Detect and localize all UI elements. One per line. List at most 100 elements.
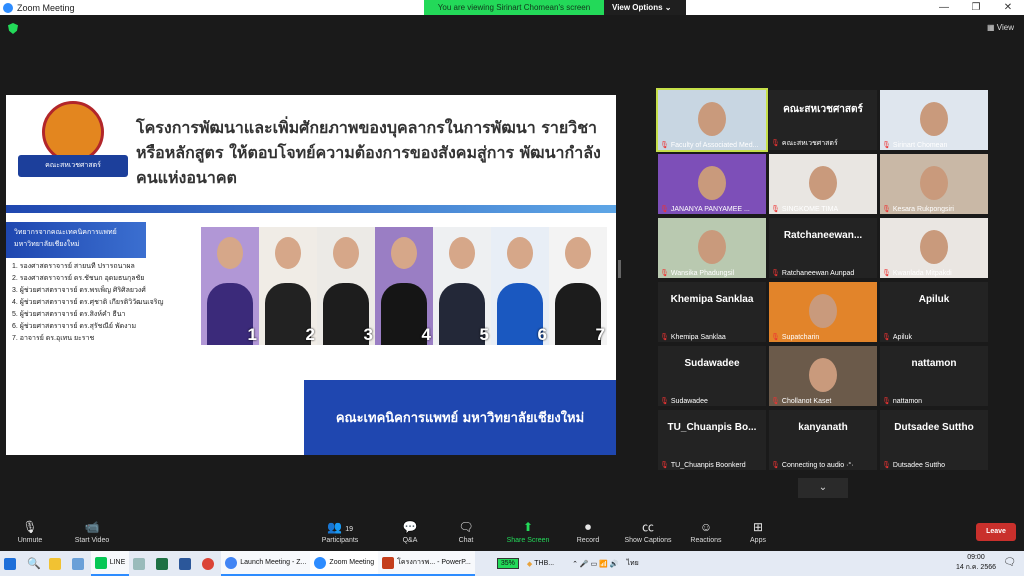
participant-name: nattamon [892, 398, 923, 405]
start-button[interactable] [0, 551, 23, 576]
view-options-button[interactable]: View Options ⌄ [604, 0, 686, 15]
participant-tile[interactable]: Sudawadee 🎙 Sudawadee [658, 346, 766, 406]
speaker-photo: 6 [491, 227, 549, 345]
participant-tile[interactable]: 🎙 Supatcharin [769, 282, 877, 342]
participant-name: Sirinart Chomean [892, 142, 948, 149]
currency-widget[interactable]: ◆ THB... [523, 551, 558, 576]
participant-tile[interactable]: 🎙 SINGKOME TIMA [769, 154, 877, 214]
participant-tile[interactable]: 🎙 Kwanlada Mitpakdi [880, 218, 988, 278]
taskbar-line[interactable]: LINE [90, 551, 130, 576]
captions-icon: ㏄ [641, 520, 654, 534]
taskbar-excel[interactable] [152, 551, 175, 576]
split-drag-handle[interactable] [618, 260, 621, 278]
record-button[interactable]: ⏺ Record [560, 517, 616, 544]
participant-display-name: Sudawadee [684, 358, 740, 369]
participant-tile[interactable]: nattamon 🎙 nattamon [880, 346, 988, 406]
apps-icon: ⊞ [752, 520, 764, 534]
windows-taskbar: 🔍 LINE Launch Meeting - Z... Zoom Meetin… [0, 551, 1024, 576]
reactions-button[interactable]: ☺ Reactions [678, 517, 734, 544]
photo-number: 5 [479, 325, 489, 344]
participant-display-name: คณะสหเวชศาสตร์ [783, 104, 863, 115]
apps-button[interactable]: ⊞ Apps [730, 517, 786, 544]
participant-name: Wansika Phadungsil [670, 270, 735, 277]
taskbar-explorer[interactable] [45, 551, 68, 576]
gallery-scroll-down-button[interactable]: ⌄ [798, 478, 848, 498]
muted-mic-icon: 🎙 [882, 398, 891, 405]
speaker-item: 5. ผู้ช่วยศาสตราจารย์ ดร.สิงห์คำ ธีนา [12, 311, 126, 318]
powerpoint-icon [382, 556, 395, 569]
taskbar-word[interactable] [175, 551, 198, 576]
participant-name: Dutsadee Suttho [892, 462, 946, 469]
participant-tile[interactable]: 🎙 Kesara Rukpongsiri [880, 154, 988, 214]
minimize-button[interactable]: — [928, 0, 960, 15]
clock[interactable]: 09:00 14 ก.ค. 2566 [956, 553, 996, 573]
taskbar-launch-meeting[interactable]: Launch Meeting - Z... [221, 551, 311, 576]
participant-label: 🎙 Chollanot Kaset [771, 397, 875, 405]
chat-button[interactable]: 🗨 Chat [438, 517, 494, 544]
participant-label: 🎙 Dutsadee Suttho [882, 461, 986, 469]
photo-number: 6 [537, 325, 547, 344]
participant-tile[interactable]: Dutsadee Suttho 🎙 Dutsadee Suttho [880, 410, 988, 470]
language-indicator[interactable]: ไทย [623, 551, 643, 576]
participant-name: Faculty of Associated Med... [670, 142, 759, 149]
view-button[interactable]: ▦ View [987, 23, 1014, 32]
participant-tile[interactable]: Ratchaneewan... 🎙 Ratchaneewan Aunpad [769, 218, 877, 278]
battery-indicator[interactable]: 35% [493, 551, 523, 576]
taskbar-files[interactable] [68, 551, 91, 576]
search-button[interactable]: 🔍 [23, 551, 45, 576]
window-controls: — ❐ ✕ [928, 0, 1024, 15]
start-video-button[interactable]: 📹 Start Video [64, 517, 120, 544]
participant-tile[interactable]: Apiluk 🎙 Apiluk [880, 282, 988, 342]
participant-name: TU_Chuanpis Boonkerd [670, 462, 746, 469]
show-captions-button[interactable]: ㏄ Show Captions [620, 517, 676, 544]
speaker-item: 3. ผู้ช่วยศาสตราจารย์ ดร.พรเพ็ญ ศิริศิลย… [12, 287, 146, 294]
participant-name: Connecting to audio ·°· [781, 462, 854, 469]
speaker-item: 1. รองศาสตราจารย์ สายนที ปรารถนาผล [12, 263, 135, 270]
slide-footer: คณะเทคนิคการแพทย์ มหาวิทยาลัยเชียงใหม่ [304, 380, 616, 455]
share-screen-button[interactable]: ⬆ Share Screen [500, 517, 556, 544]
participant-tile[interactable]: 🎙 JANANYA PANYAMEE ... [658, 154, 766, 214]
participants-button[interactable]: 👥 19 Participants [312, 517, 368, 544]
unmute-button[interactable]: 🎙 Unmute [2, 517, 58, 544]
taskbar-zoom-meeting[interactable]: Zoom Meeting [310, 551, 379, 576]
participant-label: 🎙 Wansika Phadungsil [660, 269, 764, 277]
taskbar-powerpoint[interactable]: โครงการพ... - PowerP... [378, 551, 475, 576]
participant-tile[interactable]: 🎙 Chollanot Kaset [769, 346, 877, 406]
participant-label: 🎙 Apiluk [882, 333, 986, 341]
participant-name: Sudawadee [670, 398, 708, 405]
participant-display-name: Dutsadee Suttho [894, 422, 974, 433]
participant-display-name: Khemipa Sanklaa [670, 294, 754, 305]
participant-name: Kesara Rukpongsiri [892, 206, 954, 213]
notification-icon[interactable]: 🗨 [1003, 557, 1016, 568]
participant-tile[interactable]: คณะสหเวชศาสตร์ 🎙 คณะสหเวชศาสตร์ [769, 90, 877, 150]
participant-tile[interactable]: 🎙 Wansika Phadungsil [658, 218, 766, 278]
window-title: Zoom Meeting [17, 2, 75, 13]
participant-label: 🎙 nattamon [882, 397, 986, 405]
maximize-button[interactable]: ❐ [960, 0, 992, 15]
qa-button[interactable]: 💬 Q&A [382, 517, 438, 544]
participant-face [809, 166, 837, 200]
close-button[interactable]: ✕ [992, 0, 1024, 15]
participant-display-name: Apiluk [918, 294, 950, 305]
participant-tile[interactable]: Khemipa Sanklaa 🎙 Khemipa Sanklaa [658, 282, 766, 342]
participant-tile[interactable]: TU_Chuanpis Bo... 🎙 TU_Chuanpis Boonkerd [658, 410, 766, 470]
tray-icons[interactable]: ⌃ 🎤 ▭ 📶 🔊 [568, 551, 622, 576]
muted-mic-icon: 🎙 [771, 462, 780, 469]
taskbar-chrome[interactable] [198, 551, 221, 576]
participant-tile[interactable]: kanyanath 🎙 Connecting to audio ·°· [769, 410, 877, 470]
security-shield-icon[interactable] [8, 23, 18, 34]
muted-mic-icon: 🎙 [882, 270, 891, 277]
participant-tile[interactable]: 🎙 Faculty of Associated Med... [656, 88, 768, 152]
files-icon [71, 557, 84, 570]
muted-mic-icon: 🎙 [771, 140, 780, 147]
taskbar-paint[interactable] [129, 551, 152, 576]
clock-time: 09:00 [967, 554, 985, 561]
excel-icon [156, 557, 169, 570]
muted-mic-icon: 🎙 [882, 142, 891, 149]
speaker-photo: 4 [375, 227, 433, 345]
leave-button[interactable]: Leave [976, 523, 1016, 541]
participant-label: 🎙 Khemipa Sanklaa [660, 333, 764, 341]
participant-tile[interactable]: 🎙 Sirinart Chomean [880, 90, 988, 150]
folder-icon [48, 557, 61, 570]
photo-number: 7 [595, 325, 605, 344]
